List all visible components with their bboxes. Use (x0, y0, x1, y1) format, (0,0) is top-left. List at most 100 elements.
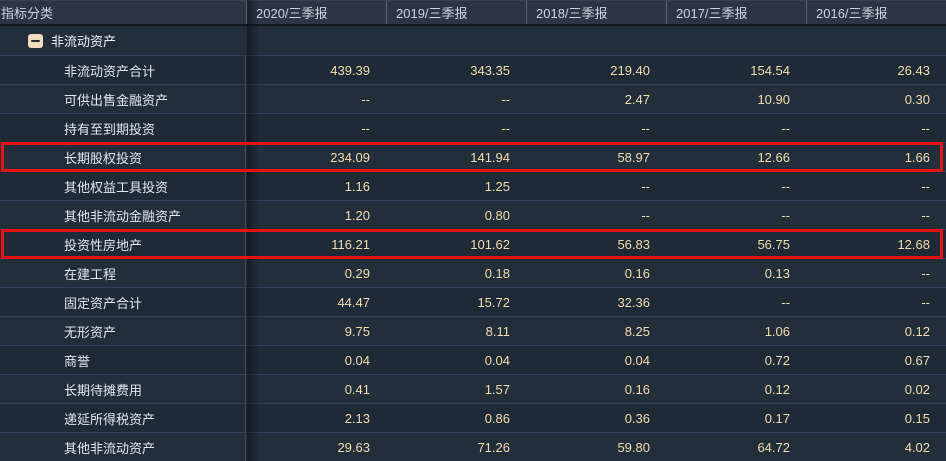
value-cell: 1.66 (806, 143, 946, 171)
value-cell: -- (806, 201, 946, 229)
table-row[interactable]: 无形资产 9.75 8.11 8.25 1.06 0.12 (0, 316, 946, 345)
value-cell: 2.13 (246, 404, 386, 432)
value-cell: 0.16 (526, 375, 666, 403)
row-label: 其他非流动金融资产 (0, 201, 246, 229)
table-row[interactable]: 在建工程 0.29 0.18 0.16 0.13 -- (0, 258, 946, 287)
group-label-cell: 非流动资产 (0, 26, 246, 55)
row-label: 其他非流动资产 (0, 433, 246, 461)
value-cell: 0.36 (526, 404, 666, 432)
value-cell: 1.25 (386, 172, 526, 200)
header-period-2016[interactable]: 2016/三季报 (806, 1, 946, 24)
table-row[interactable]: 其他非流动资产 29.63 71.26 59.80 64.72 4.02 (0, 432, 946, 461)
value-cell: -- (806, 172, 946, 200)
value-cell: -- (666, 172, 806, 200)
value-cell: 29.63 (246, 433, 386, 461)
value-cell: 71.26 (386, 433, 526, 461)
value-cell: 1.20 (246, 201, 386, 229)
value-cell: 26.43 (806, 56, 946, 84)
header-period-2017[interactable]: 2017/三季报 (666, 1, 806, 24)
header-period-2020[interactable]: 2020/三季报 (246, 1, 386, 24)
collapse-minus-icon[interactable] (28, 34, 43, 48)
value-cell: 0.04 (246, 346, 386, 374)
value-cell: 0.30 (806, 85, 946, 113)
value-cell: 343.35 (386, 56, 526, 84)
row-label: 非流动资产合计 (0, 56, 246, 84)
value-cell: 15.72 (386, 288, 526, 316)
table-row[interactable]: 固定资产合计 44.47 15.72 32.36 -- -- (0, 287, 946, 316)
value-cell: -- (666, 201, 806, 229)
value-cell: 2.47 (526, 85, 666, 113)
value-cell: -- (806, 114, 946, 142)
header-period-2018[interactable]: 2018/三季报 (526, 1, 666, 24)
value-cell: 0.04 (526, 346, 666, 374)
value-cell: -- (526, 172, 666, 200)
value-cell: 12.66 (666, 143, 806, 171)
value-cell: -- (526, 201, 666, 229)
table-body: 非流动资产 非流动资产合计 439.39 343.35 219.40 154.5… (0, 26, 946, 461)
row-label: 可供出售金融资产 (0, 85, 246, 113)
value-cell: 59.80 (526, 433, 666, 461)
row-label: 递延所得税资产 (0, 404, 246, 432)
value-cell: 32.36 (526, 288, 666, 316)
value-cell: 0.15 (806, 404, 946, 432)
header-period-2019[interactable]: 2019/三季报 (386, 1, 526, 24)
row-label: 固定资产合计 (0, 288, 246, 316)
group-row-noncurrent-assets[interactable]: 非流动资产 (0, 26, 946, 55)
table-row[interactable]: 可供出售金融资产 -- -- 2.47 10.90 0.30 (0, 84, 946, 113)
value-cell: 64.72 (666, 433, 806, 461)
value-cell: 0.29 (246, 259, 386, 287)
value-cell: 8.11 (386, 317, 526, 345)
table-row[interactable]: 其他非流动金融资产 1.20 0.80 -- -- -- (0, 200, 946, 229)
value-cell: 1.16 (246, 172, 386, 200)
row-label: 持有至到期投资 (0, 114, 246, 142)
value-cell: 0.16 (526, 259, 666, 287)
value-cell: 0.67 (806, 346, 946, 374)
table-row[interactable]: 持有至到期投资 -- -- -- -- -- (0, 113, 946, 142)
value-cell: 56.83 (526, 230, 666, 258)
value-cell: 9.75 (246, 317, 386, 345)
value-cell: 0.86 (386, 404, 526, 432)
table-header-row: 指标分类 2020/三季报 2019/三季报 2018/三季报 2017/三季报… (0, 0, 946, 26)
table-row[interactable]: 其他权益工具投资 1.16 1.25 -- -- -- (0, 171, 946, 200)
value-cell: 0.13 (666, 259, 806, 287)
value-cell: -- (386, 114, 526, 142)
row-label: 在建工程 (0, 259, 246, 287)
value-cell: 12.68 (806, 230, 946, 258)
value-cell: 1.57 (386, 375, 526, 403)
value-cell: 234.09 (246, 143, 386, 171)
value-cell: -- (806, 259, 946, 287)
value-cell: 116.21 (246, 230, 386, 258)
table-row[interactable]: 长期股权投资 234.09 141.94 58.97 12.66 1.66 (0, 142, 946, 171)
table-row[interactable]: 投资性房地产 116.21 101.62 56.83 56.75 12.68 (0, 229, 946, 258)
row-label: 长期股权投资 (0, 143, 246, 171)
value-cell: 0.41 (246, 375, 386, 403)
value-cell: 56.75 (666, 230, 806, 258)
value-cell: 0.72 (666, 346, 806, 374)
value-cell: 141.94 (386, 143, 526, 171)
header-index-column: 指标分类 (0, 1, 246, 24)
value-cell: -- (386, 85, 526, 113)
table-row[interactable]: 商誉 0.04 0.04 0.04 0.72 0.67 (0, 345, 946, 374)
table-row[interactable]: 非流动资产合计 439.39 343.35 219.40 154.54 26.4… (0, 55, 946, 84)
row-label: 无形资产 (0, 317, 246, 345)
group-label: 非流动资产 (51, 31, 116, 50)
value-cell: 0.17 (666, 404, 806, 432)
value-cell: -- (666, 114, 806, 142)
value-cell: 0.12 (806, 317, 946, 345)
value-cell: 0.04 (386, 346, 526, 374)
value-cell: -- (806, 288, 946, 316)
row-label: 其他权益工具投资 (0, 172, 246, 200)
value-cell: 0.18 (386, 259, 526, 287)
value-cell: -- (246, 114, 386, 142)
minus-glyph (31, 40, 40, 42)
value-cell: -- (526, 114, 666, 142)
row-label: 长期待摊费用 (0, 375, 246, 403)
value-cell: 101.62 (386, 230, 526, 258)
value-cell: 439.39 (246, 56, 386, 84)
table-row[interactable]: 长期待摊费用 0.41 1.57 0.16 0.12 0.02 (0, 374, 946, 403)
table-row[interactable]: 递延所得税资产 2.13 0.86 0.36 0.17 0.15 (0, 403, 946, 432)
value-cell: 0.02 (806, 375, 946, 403)
value-cell: 1.06 (666, 317, 806, 345)
financial-indicators-table: 指标分类 2020/三季报 2019/三季报 2018/三季报 2017/三季报… (0, 0, 946, 461)
row-label: 投资性房地产 (0, 230, 246, 258)
